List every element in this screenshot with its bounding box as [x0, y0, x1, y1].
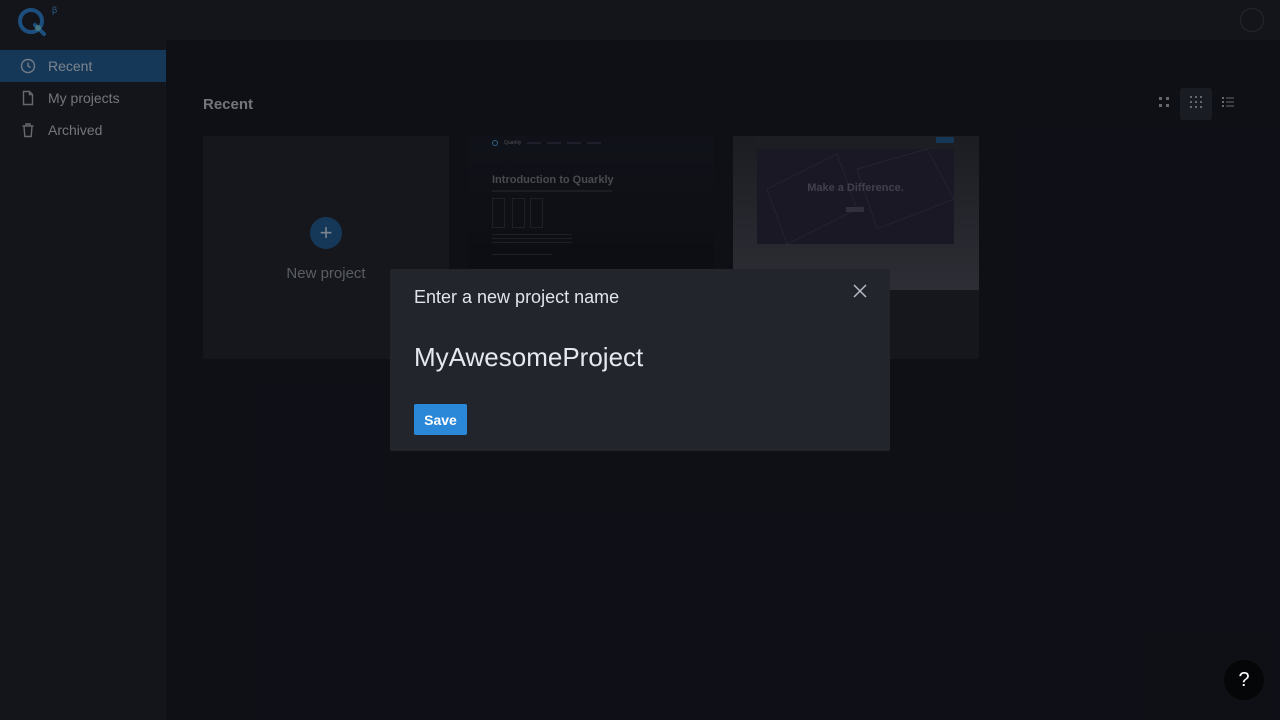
- save-button[interactable]: Save: [414, 404, 467, 435]
- close-button[interactable]: [850, 283, 870, 303]
- dialog-title: Enter a new project name: [414, 287, 620, 307]
- project-name-input[interactable]: [414, 337, 854, 377]
- new-project-dialog: Enter a new project name Save: [390, 269, 890, 451]
- close-icon: [853, 283, 867, 303]
- help-button[interactable]: ?: [1224, 660, 1264, 700]
